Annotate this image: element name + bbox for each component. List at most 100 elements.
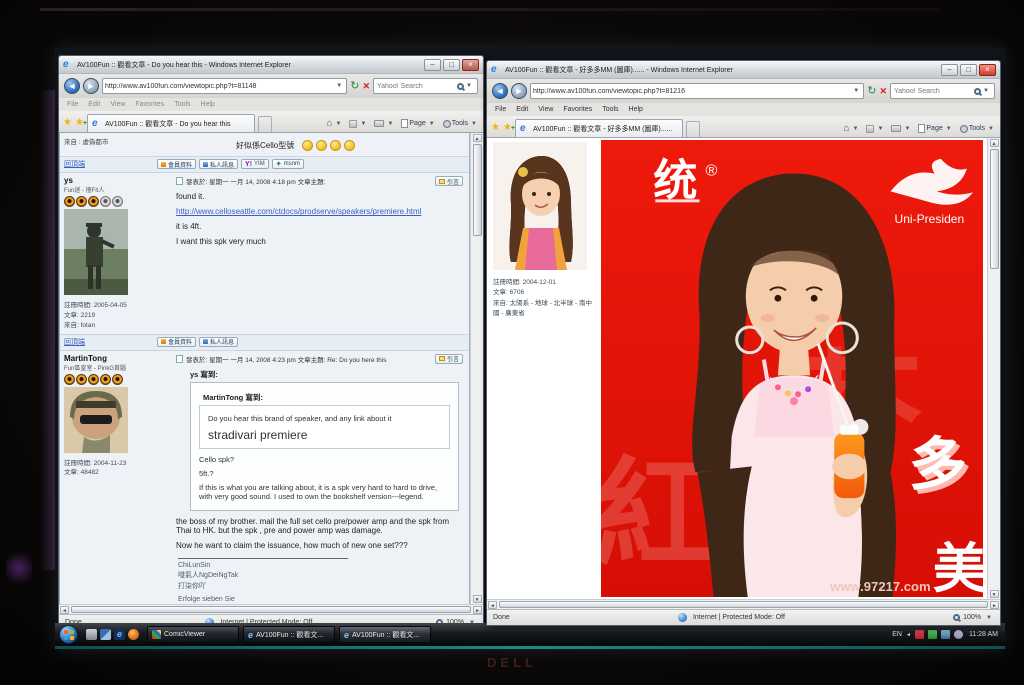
scrollbar-thumb[interactable] [990,149,999,269]
address-field[interactable]: ▼ [530,83,864,99]
page-menu-button[interactable]: Page▼ [401,119,436,128]
menu-favorites[interactable]: Favorites [563,106,592,113]
feeds-button[interactable]: ▼ [349,120,368,128]
scrollbar-thumb[interactable] [473,144,482,236]
right-active-tab[interactable]: e AV100Fun :: 觀看文章 - 好多多MM (圖庫)...... [515,119,683,137]
favorites-icon[interactable]: ★ [491,119,500,137]
msnm-button[interactable]: ✦msnm [272,159,304,169]
menu-favorites[interactable]: Favorites [135,101,164,108]
scroll-left-icon[interactable]: ◄ [488,601,497,609]
search-dropdown-icon[interactable]: ▼ [464,83,474,89]
scroll-down-icon[interactable]: ▼ [473,595,482,603]
ie-quicklaunch-icon[interactable]: e [114,629,125,640]
back-button[interactable]: ◄ [64,78,80,94]
pm-button[interactable]: 私人訊息 [199,159,238,169]
taskbar-button-av100fun-2[interactable]: e AV100Fun :: 觀看文... [339,626,431,643]
refresh-icon[interactable]: ↻ [867,86,876,97]
username[interactable]: ys [64,176,166,185]
switch-windows-icon[interactable] [100,629,111,640]
forward-button[interactable]: ► [511,83,527,99]
back-to-top-link[interactable]: 回頂端 [64,337,85,347]
favorites-icon[interactable]: ★ [63,114,72,132]
search-icon[interactable] [974,88,981,95]
menu-tools[interactable]: Tools [174,101,190,108]
menu-view[interactable]: View [110,101,125,108]
scrollbar-thumb[interactable] [71,606,471,613]
tools-menu-button[interactable]: Tools▼ [960,125,996,133]
pm-button[interactable]: 私人訊息 [199,337,238,347]
add-favorite-icon[interactable]: ★ [503,119,512,137]
menu-help[interactable]: Help [201,101,215,108]
right-vertical-scrollbar[interactable]: ▲ ▼ [987,138,1000,599]
add-favorite-icon[interactable]: ★ [75,114,84,132]
start-button[interactable] [59,625,78,644]
back-to-top-link[interactable]: 回頂端 [64,159,85,169]
new-tab-stub[interactable] [686,121,700,137]
stop-icon[interactable]: ✕ [362,81,370,92]
new-tab-stub[interactable] [258,116,272,132]
print-button[interactable]: ▼ [374,120,395,127]
media-player-icon[interactable] [128,629,139,640]
close-button[interactable]: × [462,59,479,71]
address-dropdown-icon[interactable]: ▼ [334,83,344,89]
scroll-up-icon[interactable]: ▲ [990,139,999,147]
quote-button[interactable]: 引言 [435,354,463,364]
left-active-tab[interactable]: e AV100Fun :: 觀看文章 - Do you hear this [87,114,255,132]
menu-tools[interactable]: Tools [602,106,618,113]
address-field[interactable]: ▼ [102,78,347,94]
network-icon[interactable] [941,630,950,639]
yim-button[interactable]: Y!YIM [241,159,269,169]
search-icon[interactable] [457,83,464,90]
search-dropdown-icon[interactable]: ▼ [981,88,991,94]
scroll-left-icon[interactable]: ◄ [60,606,69,614]
search-box[interactable]: ▼ [890,83,995,99]
right-titlebar[interactable]: e AV100Fun :: 觀看文章 - 好多多MM (圖庫)...... - … [487,61,1000,79]
search-box[interactable]: ▼ [373,78,478,94]
tray-icon[interactable] [928,630,937,639]
menu-edit[interactable]: Edit [516,106,528,113]
forward-button[interactable]: ► [83,78,99,94]
left-horizontal-scrollbar[interactable]: ◄ ► [59,604,483,614]
address-input[interactable] [105,83,334,90]
left-vertical-scrollbar[interactable]: ▲ ▼ [470,133,483,604]
home-button[interactable]: ⌂▼ [326,118,343,129]
scrollbar-thumb[interactable] [499,601,988,608]
address-input[interactable] [533,88,851,95]
taskbar-button-av100fun-1[interactable]: e AV100Fun :: 觀看文... [243,626,335,643]
menu-file[interactable]: File [495,106,506,113]
search-input[interactable] [377,83,457,90]
maximize-button[interactable]: □ [443,59,460,71]
maximize-button[interactable]: □ [960,64,977,76]
profile-button[interactable]: 會員資料 [157,159,196,169]
address-dropdown-icon[interactable]: ▼ [851,88,861,94]
zoom-control[interactable]: 100% ▼ [953,614,994,621]
menu-help[interactable]: Help [629,106,643,113]
right-horizontal-scrollbar[interactable]: ◄ ► [487,599,1000,609]
search-input[interactable] [894,88,974,95]
minimize-button[interactable]: – [941,64,958,76]
scroll-down-icon[interactable]: ▼ [990,590,999,598]
feeds-button[interactable]: ▼ [866,125,885,133]
menu-edit[interactable]: Edit [88,101,100,108]
left-titlebar[interactable]: e AV100Fun :: 觀看文章 - Do you hear this - … [59,56,483,74]
profile-button[interactable]: 會員資料 [157,337,196,347]
page-menu-button[interactable]: Page▼ [918,124,953,133]
stop-icon[interactable]: ✕ [879,86,887,97]
quote-button[interactable]: 引言 [435,176,463,186]
scroll-right-icon[interactable]: ► [473,606,482,614]
home-button[interactable]: ⌂▼ [843,123,860,134]
username[interactable]: MartinTong [64,354,166,363]
menu-file[interactable]: File [67,101,78,108]
speaker-link[interactable]: http://www.celloseattle.com/ctdocs/prods… [176,207,421,216]
back-button[interactable]: ◄ [492,83,508,99]
taskbar-button-comicviewer[interactable]: ComicViewer [147,626,239,643]
print-button[interactable]: ▼ [891,125,912,132]
minimize-button[interactable]: – [424,59,441,71]
scroll-up-icon[interactable]: ▲ [473,134,482,142]
menu-view[interactable]: View [538,106,553,113]
refresh-icon[interactable]: ↻ [350,81,359,92]
language-indicator[interactable]: EN [892,631,902,638]
close-button[interactable]: × [979,64,996,76]
taskbar-clock[interactable]: 11:28 AM [969,631,998,638]
volume-icon[interactable] [954,630,963,639]
